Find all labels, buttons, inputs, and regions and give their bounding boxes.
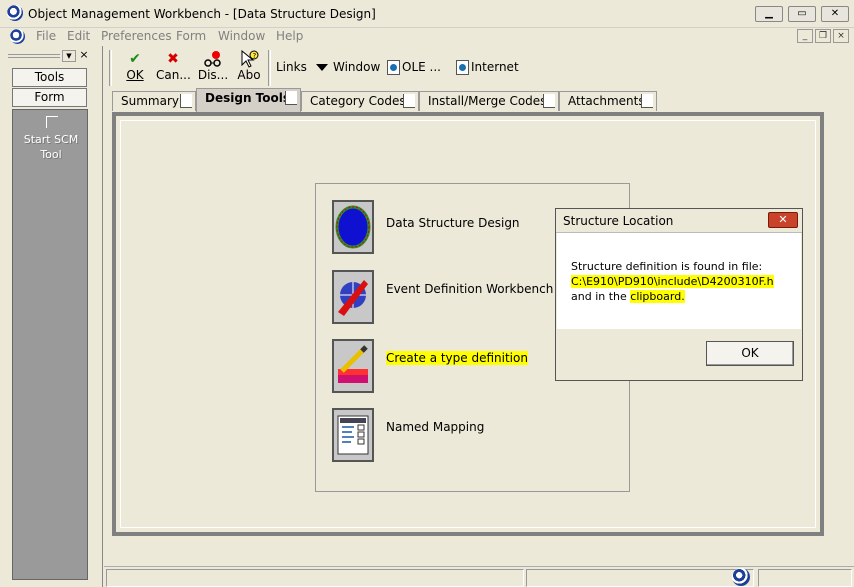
tab-page-icon [543, 94, 555, 108]
links-label: Links [276, 60, 307, 74]
structure-location-dialog: Structure Location ✕ Structure definitio… [555, 208, 803, 381]
tools-button[interactable]: Tools [12, 68, 87, 87]
tab-page-icon [403, 94, 415, 108]
left-panel: ▼ × Tools Form Start SCM Tool [0, 46, 103, 587]
menu-window[interactable]: Window [218, 28, 265, 46]
menu-file[interactable]: File [36, 28, 56, 46]
menu-help[interactable]: Help [276, 28, 303, 46]
form-button[interactable]: Form [12, 88, 87, 107]
toolbar: ✔ OK ✖ Can... Dis... ? Abo Links Window … [104, 46, 854, 88]
type-definition-icon[interactable] [332, 339, 374, 393]
dialog-line-1: Structure definition is found in file: [571, 260, 763, 273]
menu-preferences[interactable]: Preferences [101, 28, 172, 46]
cancel-button[interactable]: ✖ Can... [156, 50, 191, 86]
document-globe-icon [10, 29, 25, 44]
tab-summary[interactable]: Summary [112, 91, 196, 111]
tab-category-codes[interactable]: Category Codes [301, 91, 419, 111]
dialog-ok-button[interactable]: OK [706, 341, 794, 366]
dialog-path: C:\E910\PD910\include\D4200310F.h [571, 274, 774, 289]
title-bar: Object Management Workbench - [Data Stru… [0, 0, 854, 28]
status-cell-secondary [526, 569, 754, 587]
ok-button[interactable]: ✔ OK [118, 50, 152, 86]
start-scm-tool-label[interactable]: Start SCM Tool [13, 132, 89, 162]
internet-link[interactable]: Internet [456, 60, 519, 75]
mdi-minimize-button[interactable]: _ [797, 29, 813, 43]
clipboard-word: clipboard [630, 290, 682, 303]
display-icon [196, 50, 230, 68]
named-mapping-icon[interactable] [332, 408, 374, 462]
menu-form[interactable]: Form [176, 28, 206, 46]
window-title: Object Management Workbench - [Data Stru… [28, 7, 376, 21]
close-button[interactable]: ✕ [821, 6, 849, 22]
svg-text:?: ? [253, 52, 257, 60]
about-button[interactable]: ? Abo [232, 49, 266, 86]
event-definition-icon[interactable] [332, 270, 374, 324]
status-bar [104, 566, 854, 587]
dialog-close-button[interactable]: ✕ [768, 212, 798, 228]
maximize-button[interactable]: ▭ [788, 6, 816, 22]
dialog-message: Structure definition is found in file: C… [571, 259, 774, 304]
tab-install-merge-codes[interactable]: Install/Merge Codes [419, 91, 559, 111]
tab-design-tools[interactable]: Design Tools [196, 88, 301, 112]
status-cell-tertiary [758, 569, 852, 587]
data-structure-icon[interactable] [332, 200, 374, 254]
dropdown-triangle-icon [316, 64, 328, 71]
x-icon: ✖ [167, 51, 179, 67]
tab-page-icon [180, 94, 192, 108]
mdi-restore-button[interactable]: ❐ [815, 29, 831, 43]
window-dropdown[interactable]: Window [316, 60, 380, 74]
create-type-definition-label[interactable]: Create a type definition [386, 351, 528, 365]
mdi-close-button[interactable]: × [833, 29, 849, 43]
minimize-button[interactable]: ▁ [755, 6, 783, 22]
document-icon [387, 60, 400, 75]
document-icon [456, 60, 469, 75]
dialog-line-3: and in the clipboard. [571, 290, 685, 303]
dialog-body: Structure definition is found in file: C… [557, 233, 801, 329]
named-mapping-label[interactable]: Named Mapping [386, 420, 484, 434]
panel-close-button[interactable]: × [78, 49, 90, 62]
status-cell-main [106, 569, 524, 587]
panel-dropdown-button[interactable]: ▼ [62, 50, 76, 62]
left-panel-list: Start SCM Tool [12, 109, 88, 580]
menu-bar: File Edit Preferences Form Window Help _… [0, 28, 854, 46]
structure-file-path: C:\E910\PD910\include\D4200310F.h [571, 275, 774, 288]
app-globe-icon [7, 5, 23, 21]
event-definition-workbench-label[interactable]: Event Definition Workbench [386, 282, 553, 296]
dialog-title-bar: Structure Location ✕ [556, 209, 802, 233]
toolbar-separator [268, 50, 271, 86]
display-button[interactable]: Dis... [196, 50, 230, 86]
named-mapping-item[interactable]: Named Mapping [332, 408, 632, 462]
scm-tool-icon[interactable] [46, 116, 58, 128]
toolbar-separator [109, 50, 112, 86]
data-structure-design-label[interactable]: Data Structure Design [386, 216, 520, 230]
grip-handle[interactable] [8, 54, 60, 58]
globe-status-icon [732, 568, 750, 586]
panel-header: ▼ × [8, 49, 90, 62]
about-icon: ? [232, 49, 266, 68]
checkmark-icon: ✔ [129, 51, 141, 67]
tab-page-icon [641, 94, 653, 108]
tab-attachments[interactable]: Attachments [559, 91, 657, 111]
menu-edit[interactable]: Edit [67, 28, 90, 46]
dialog-title: Structure Location [563, 214, 674, 228]
tab-strip: Summary Design Tools Category Codes Inst… [112, 88, 854, 112]
ole-link[interactable]: OLE ... [387, 60, 441, 75]
tab-page-icon [285, 91, 297, 105]
